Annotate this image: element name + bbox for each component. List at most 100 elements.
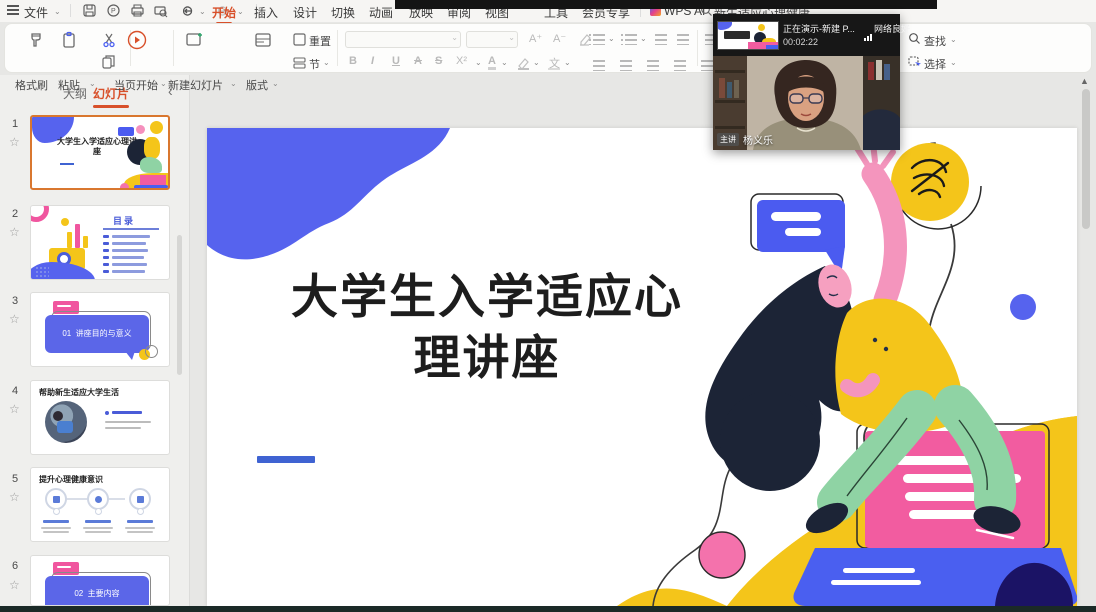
slide-title[interactable]: 大学生入学适应心 理讲座 [207,266,767,388]
bullet-caret-icon[interactable]: ⌄ [608,34,615,43]
slide-thumbnail-3[interactable]: 01 讲座目的与意义 [30,292,170,367]
network-status: 网络良好 [874,22,910,35]
format-painter-icon [28,31,46,49]
italic-button[interactable]: I [371,55,374,67]
export-pdf-icon[interactable]: P [106,3,122,19]
increase-indent-icon[interactable] [677,34,689,45]
menu-divider [70,4,71,17]
video-call-overlay[interactable]: 正在演示-新建 P... 网络良好 00:02:22 主讲 杨义乐 [713,14,900,150]
font-family-combobox[interactable] [345,31,461,48]
slide-star-icon[interactable]: ☆ [9,578,20,592]
tab-transition[interactable]: 切换 [331,4,355,21]
font-color-caret-icon[interactable]: ⌄ [501,58,508,67]
slide-star-icon[interactable]: ☆ [9,312,20,326]
font-size-combobox[interactable] [466,31,518,48]
phonetic-caret-icon[interactable]: ⌄ [564,58,571,67]
select-caret-icon[interactable]: ⌄ [950,58,957,67]
slide-star-icon[interactable]: ☆ [9,402,20,416]
superscript-caret-icon[interactable]: ⌄ [475,58,482,67]
slide-canvas: 大学生入学适应心 理讲座 ▲ [191,75,1096,606]
paste-button[interactable]: 粘贴 [58,77,80,93]
slide-title-line1: 大学生入学适应心 [207,266,767,327]
print-icon[interactable] [130,3,146,19]
tab-design[interactable]: 设计 [293,4,317,21]
format-painter-button[interactable]: 格式刷 [15,77,48,93]
slide-thumbnail-1[interactable]: 大学生入学适应心理讲座 [30,115,170,190]
copy-icon[interactable] [101,54,117,70]
numbered-list-icon[interactable] [625,34,637,45]
find-caret-icon[interactable]: ⌄ [950,35,957,44]
file-caret-icon[interactable]: ⌄ [54,7,61,16]
find-button[interactable]: 查找 [924,33,946,49]
redo-caret-icon[interactable]: ⌄ [237,7,244,16]
sidebar-scrollbar[interactable] [177,235,182,375]
start-caret-icon[interactable]: ⌄ [160,79,167,88]
font-color-button[interactable]: A [488,55,496,70]
presenter-name: 杨义乐 [743,132,773,147]
slide-editing-area[interactable]: 大学生入学适应心 理讲座 [207,128,1077,606]
section-caret-icon[interactable]: ⌄ [323,58,330,67]
new-slide-caret-icon[interactable]: ⌄ [230,79,237,88]
numbered-caret-icon[interactable]: ⌄ [640,34,647,43]
ribbon-toolbar: 格式刷 粘贴⌄ 当页开始⌄ 新建幻灯片⌄ 版式⌄ 重置 节⌄ A⁺ A⁻ B I… [4,23,1092,73]
slide-number: 3 [12,295,18,307]
canvas-scrollbar[interactable] [1082,89,1090,229]
paste-caret-icon[interactable]: ⌄ [89,79,96,88]
save-icon[interactable] [82,3,98,19]
new-slide-button[interactable]: 新建幻灯片 [168,77,223,93]
char-spacing-button[interactable]: A [414,55,422,67]
scroll-up-icon[interactable]: ▲ [1080,76,1089,86]
slide-number: 1 [12,118,18,130]
layout-button[interactable]: 版式 [246,77,268,93]
justify-icon[interactable] [674,60,686,71]
presenting-status: 正在演示-新建 P... [783,22,855,35]
undo-icon[interactable] [183,3,199,19]
title-accent-dash [257,456,315,463]
increase-font-icon[interactable]: A⁺ [529,32,542,45]
distribute-icon[interactable] [701,60,713,71]
decrease-indent-icon[interactable] [655,34,667,45]
slide-thumbnail-5[interactable]: 提升心理健康意识 [30,467,170,542]
decrease-font-icon[interactable]: A⁻ [553,32,566,45]
underline-button[interactable]: U [392,55,400,67]
select-icon [908,55,921,68]
tab-home[interactable]: 开始 [212,4,236,21]
superscript-button[interactable]: X² [456,55,467,67]
highlight-pen-icon[interactable] [516,57,531,70]
tab-insert[interactable]: 插入 [254,4,278,21]
paste-icon [61,31,79,49]
layout-caret-icon[interactable]: ⌄ [272,79,279,88]
reset-button[interactable]: 重置 [309,33,331,49]
align-left-icon[interactable] [593,60,605,71]
menu-file[interactable]: 文件 [24,4,48,21]
presentation-timer: 00:02:22 [783,37,818,47]
align-right-icon[interactable] [647,60,659,71]
slide-thumbnail-2[interactable]: 目录 [30,205,170,280]
slide-thumbnail-4[interactable]: 帮助新生适应大学生活 [30,380,170,455]
cut-icon[interactable] [101,31,119,49]
tab-animation[interactable]: 动画 [369,4,393,21]
slide-star-icon[interactable]: ☆ [9,225,20,239]
strikethrough-button[interactable]: S [435,55,442,67]
undo-caret-icon[interactable]: ⌄ [199,7,206,16]
slide-number: 5 [12,473,18,485]
section-button[interactable]: 节 [309,56,320,72]
align-center-icon[interactable] [620,60,632,71]
video-call-header[interactable]: 正在演示-新建 P... 网络良好 00:02:22 [713,14,900,56]
slide-star-icon[interactable]: ☆ [9,490,20,504]
bullet-list-icon[interactable] [593,34,605,45]
bottom-edge-bar [0,606,1096,612]
presenter-webcam-video: 主讲 杨义乐 [713,56,900,150]
slide-star-icon[interactable]: ☆ [9,135,20,149]
hamburger-menu-icon[interactable] [7,5,19,15]
svg-text:P: P [111,8,116,15]
start-from-current-button[interactable]: 当页开始 [114,77,158,93]
presenting-slide-thumbnail [717,21,779,50]
svg-text:文: 文 [549,56,560,70]
phonetic-guide-icon[interactable]: 文 [546,55,562,71]
bold-button[interactable]: B [349,55,357,67]
highlight-caret-icon[interactable]: ⌄ [533,58,540,67]
print-preview-icon[interactable] [153,3,169,19]
slide-thumbnail-6[interactable]: 02 主要内容 [30,555,170,606]
select-button[interactable]: 选择 [924,56,946,72]
